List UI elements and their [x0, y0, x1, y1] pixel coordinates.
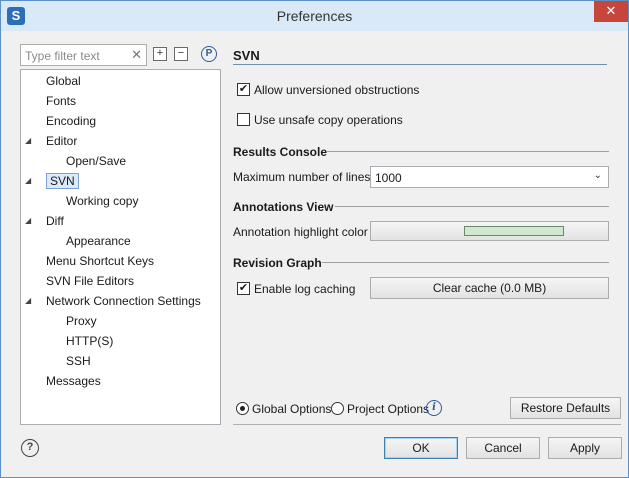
section-divider: [322, 262, 609, 263]
tree-item[interactable]: ◢ Network Connection Settings: [25, 292, 201, 310]
apply-button[interactable]: Apply: [548, 437, 622, 459]
check-icon: ✔: [238, 83, 249, 95]
ok-button[interactable]: OK: [384, 437, 458, 459]
global-options-radio[interactable]: [236, 402, 249, 415]
color-swatch: [464, 226, 564, 236]
highlight-color-button[interactable]: [370, 221, 609, 241]
tree-item-label: Working copy: [66, 194, 139, 208]
tree-item-label: Encoding: [46, 114, 97, 128]
allow-unversioned-label: Allow unversioned obstructions: [254, 83, 420, 97]
preferences-tree[interactable]: Global Fonts Encoding ◢ Editor Open/Save ◢ SVN W…: [20, 69, 221, 425]
tree-item-label: Diff: [46, 214, 64, 228]
unsafe-copy-label: Use unsafe copy operations: [254, 113, 403, 127]
info-icon[interactable]: i: [426, 400, 442, 416]
tree-item-label: Proxy: [66, 314, 97, 328]
filter-placeholder: Type filter text: [25, 49, 100, 63]
allow-unversioned-checkbox[interactable]: ✔: [237, 83, 250, 96]
tree-item-label: Open/Save: [66, 154, 127, 168]
max-lines-value: 1000: [375, 171, 402, 185]
tree-item[interactable]: HTTP(S): [66, 332, 113, 350]
title-separator: [233, 64, 607, 65]
close-button[interactable]: ✕: [594, 1, 628, 22]
tree-item-label: SSH: [66, 354, 91, 368]
tree-item-label: Network Connection Settings: [46, 294, 201, 308]
page-title: SVN: [233, 48, 260, 63]
tree-item[interactable]: SVN File Editors: [46, 272, 134, 290]
tree-item[interactable]: Encoding: [46, 112, 96, 130]
enable-log-caching-checkbox[interactable]: ✔: [237, 282, 250, 295]
restore-defaults-button[interactable]: Restore Defaults: [510, 397, 621, 419]
preferences-window: S Preferences ✕ Type filter text ✕ + − P…: [0, 0, 629, 478]
cancel-button[interactable]: Cancel: [466, 437, 540, 459]
max-lines-label: Maximum number of lines: [233, 170, 371, 184]
tree-item[interactable]: SSH: [66, 352, 91, 370]
highlight-color-label: Annotation highlight color: [233, 225, 368, 239]
tree-item[interactable]: Appearance: [66, 232, 131, 250]
expand-arrow-icon[interactable]: ◢: [25, 172, 31, 190]
expand-all-icon[interactable]: +: [153, 47, 167, 61]
project-options-label: Project Options: [347, 402, 430, 416]
expand-arrow-icon[interactable]: ◢: [25, 212, 31, 230]
title-bar: S Preferences ✕: [1, 1, 628, 31]
tree-item-label: Fonts: [46, 94, 77, 108]
tree-item[interactable]: Menu Shortcut Keys: [46, 252, 154, 270]
tree-item[interactable]: ◢ SVN: [25, 172, 79, 190]
global-options-label: Global Options: [252, 402, 332, 416]
project-preferences-icon[interactable]: P: [201, 46, 217, 62]
tree-item-label: Global: [46, 74, 81, 88]
chevron-down-icon: ⌄: [593, 170, 602, 181]
check-icon: ✔: [238, 282, 249, 294]
expand-arrow-icon[interactable]: ◢: [25, 132, 31, 150]
tree-item[interactable]: Working copy: [66, 192, 138, 210]
tree-item-label: HTTP(S): [66, 334, 114, 348]
revision-graph-heading: Revision Graph: [233, 256, 322, 270]
clear-cache-button[interactable]: Clear cache (0.0 MB): [370, 277, 609, 299]
expand-arrow-icon[interactable]: ◢: [25, 292, 31, 310]
tree-item-label: Menu Shortcut Keys: [46, 254, 155, 268]
window-title: Preferences: [276, 8, 353, 24]
tree-item[interactable]: Proxy: [66, 312, 97, 330]
unsafe-copy-checkbox[interactable]: [237, 113, 250, 126]
bottom-separator: [233, 424, 621, 425]
section-divider: [326, 151, 609, 152]
annotations-view-heading: Annotations View: [233, 200, 334, 214]
max-lines-select[interactable]: 1000 ⌄: [370, 166, 609, 188]
tree-item[interactable]: Messages: [46, 372, 101, 390]
tree-item-label: Messages: [46, 374, 101, 388]
tree-item[interactable]: Open/Save: [66, 152, 126, 170]
section-divider: [335, 206, 609, 207]
tree-item[interactable]: Global: [46, 72, 81, 90]
filter-input[interactable]: Type filter text ✕: [20, 44, 147, 66]
tree-item-label: Editor: [46, 134, 78, 148]
tree-item-label: Appearance: [66, 234, 131, 248]
collapse-all-icon[interactable]: −: [174, 47, 188, 61]
clear-filter-icon[interactable]: ✕: [131, 47, 142, 63]
tree-item-label: SVN File Editors: [46, 274, 135, 288]
tree-item[interactable]: ◢ Diff: [25, 212, 64, 230]
tree-item-label: SVN: [46, 173, 79, 189]
tree-item[interactable]: Fonts: [46, 92, 76, 110]
enable-log-caching-label: Enable log caching: [254, 282, 356, 296]
tree-item[interactable]: ◢ Editor: [25, 132, 78, 150]
help-icon[interactable]: ?: [21, 439, 39, 457]
results-console-heading: Results Console: [233, 145, 328, 159]
project-options-radio[interactable]: [331, 402, 344, 415]
